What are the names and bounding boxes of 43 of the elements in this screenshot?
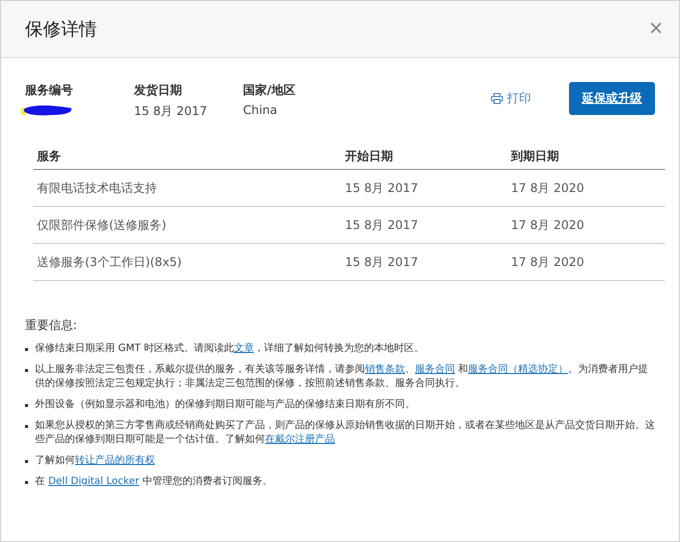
close-button[interactable]: × — [644, 17, 667, 41]
bullet-icon — [25, 369, 28, 372]
field-label: 服务编号 — [25, 82, 74, 99]
table-cell: 15 8月 2017 — [341, 206, 507, 244]
note-text: 了解如何转让产品的所有权 — [35, 454, 156, 468]
upgrade-button[interactable]: 延保或升级 — [569, 82, 655, 115]
field-value: 15 8月 2017 — [134, 103, 208, 120]
bullet-icon — [25, 348, 28, 351]
table-cell: 15 8月 2017 — [341, 170, 507, 206]
text-link[interactable]: 服务合同（精选协定） — [468, 364, 568, 375]
bullet-icon — [25, 481, 28, 484]
field-value: China — [243, 103, 278, 117]
text-link[interactable]: 销售条款 — [365, 364, 405, 375]
note-text: 以上服务非法定三包责任，系戴尔提供的服务，有关该等服务详情，请参阅销售条款、服务合同 和服务合同（精选协定）。为消费者用户提供的保修按照法定三包规定执行；非属法定三包范围的保修，按照前述销售条款、服务合同执行。 — [35, 363, 650, 391]
column-header: 服务 — [33, 148, 341, 170]
note-text: 如果您从授权的第三方零售商或经销商处购买了产品，则产品的保修从原始销售收据的日期开始，或者在某些地区是从产品交货日期开始。这些产品的保修到期日期可能是一个估计值。了解如何在戴尔注册产品 — [35, 419, 655, 447]
text-link[interactable]: Dell Digital Locker — [48, 476, 140, 487]
table-cell: 17 8月 2020 — [507, 206, 665, 244]
text-link[interactable]: 在戴尔注册产品 — [265, 434, 335, 445]
note-text: 在 Dell Digital Locker 中管理您的消费者订阅服务。 — [35, 475, 274, 489]
printer-icon — [491, 93, 503, 104]
bullet-icon — [25, 425, 28, 428]
table-cell: 17 8月 2020 — [507, 244, 665, 280]
text-link[interactable]: 转让产品的所有权 — [75, 455, 155, 466]
table-cell: 送修服务(3个工作日)(8x5) — [33, 244, 341, 280]
field-label: 国家/地区 — [243, 82, 296, 99]
section-heading: 重要信息: — [25, 317, 78, 334]
print-link[interactable]: 打印 — [491, 90, 531, 107]
note-text: 保修结束日期采用 GMT 时区格式。请阅读此文章，详细了解如何转换为您的本地时区。 — [35, 342, 425, 356]
table-cell: 仅限部件保修(送修服务) — [33, 206, 341, 244]
field-label: 发货日期 — [134, 82, 183, 99]
table-cell: 有限电话技术电话支持 — [33, 170, 341, 206]
bullet-icon — [25, 404, 28, 407]
bullet-icon — [25, 460, 28, 463]
column-header: 开始日期 — [341, 148, 507, 170]
table-cell: 15 8月 2017 — [341, 244, 507, 280]
redaction-scribble — [21, 103, 73, 117]
column-header: 到期日期 — [507, 148, 665, 170]
text-link[interactable]: 文章 — [234, 343, 254, 354]
window-title: 保修详情 — [25, 18, 97, 41]
note-text: 外围设备（例如显示器和电池）的保修到期日期可能与产品的保修结束日期有所不同。 — [35, 398, 416, 412]
text-link[interactable]: 服务合同 — [415, 364, 455, 375]
table-cell: 17 8月 2020 — [507, 170, 665, 206]
